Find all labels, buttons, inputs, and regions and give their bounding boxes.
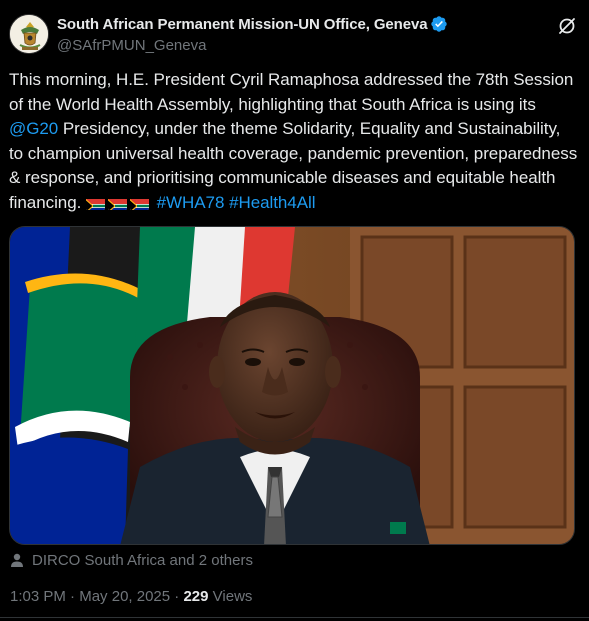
tweet-text: This morning, H.E. President Cyril Ramap… <box>9 68 579 215</box>
photo-president-speaking <box>10 227 574 544</box>
coat-of-arms-icon <box>10 15 48 53</box>
tweet-time[interactable]: 1:03 PM <box>10 588 66 605</box>
account-names: South African Permanent Mission-UN Offic… <box>57 15 448 54</box>
bottom-divider <box>0 617 589 618</box>
south-africa-flag-icon <box>129 196 149 210</box>
tweet-meta: 1:03 PM · May 20, 2025 · 229 Views <box>10 588 252 605</box>
views-count: 229 <box>183 588 209 605</box>
account-avatar[interactable] <box>9 14 49 54</box>
hashtag-wha78[interactable]: #WHA78 <box>157 193 225 212</box>
person-icon <box>11 553 23 567</box>
display-name[interactable]: South African Permanent Mission-UN Offic… <box>57 16 428 33</box>
tweet-header: South African Permanent Mission-UN Offic… <box>9 12 579 60</box>
south-africa-flag-icon <box>85 196 105 210</box>
south-africa-flag-icon <box>107 196 127 210</box>
meta-separator-1: · <box>70 588 76 605</box>
hashtag-health4all[interactable]: #Health4All <box>229 193 315 212</box>
mention-link[interactable]: @G20 <box>9 119 58 138</box>
meta-separator-2: · <box>174 588 180 605</box>
tweet-date[interactable]: May 20, 2025 <box>79 588 170 605</box>
tweet-photo[interactable] <box>9 226 575 545</box>
account-handle[interactable]: @SAfrPMUN_Geneva <box>57 37 448 54</box>
views-label: Views <box>212 588 253 605</box>
verified-badge-icon <box>431 16 448 32</box>
tweet-body-start: This morning, H.E. President Cyril Ramap… <box>9 70 574 114</box>
grok-icon[interactable] <box>557 16 577 36</box>
tagged-people-text: DIRCO South Africa and 2 others <box>32 552 253 569</box>
tagged-people[interactable]: DIRCO South Africa and 2 others <box>10 552 253 569</box>
